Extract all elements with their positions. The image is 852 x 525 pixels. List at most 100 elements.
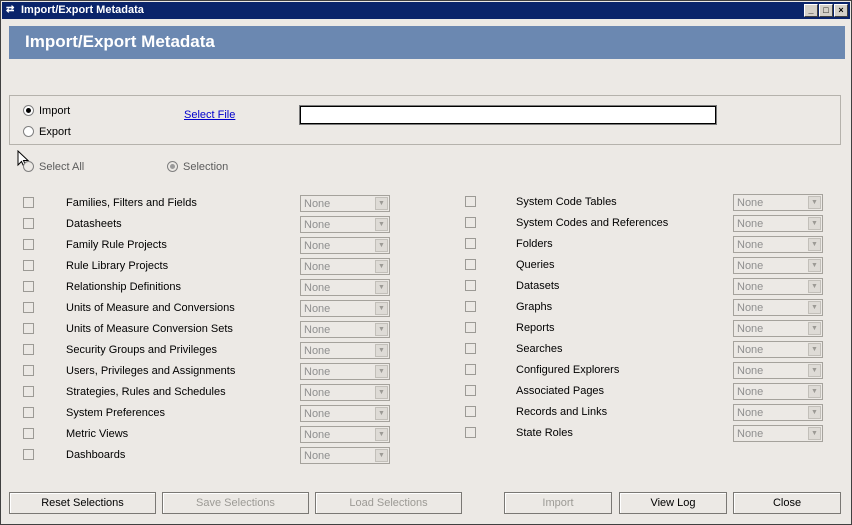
- select-all-radio[interactable]: [23, 161, 34, 172]
- item-scope-dropdown[interactable]: None ▼: [300, 384, 390, 401]
- item-label: Users, Privileges and Assignments: [66, 365, 236, 377]
- item-checkbox[interactable]: [465, 427, 476, 438]
- title-bar[interactable]: ⇄ Import/Export Metadata _ □ ×: [2, 2, 850, 19]
- chevron-down-icon[interactable]: ▼: [808, 280, 821, 293]
- chevron-down-icon[interactable]: ▼: [808, 196, 821, 209]
- item-scope-dropdown[interactable]: None ▼: [733, 257, 823, 274]
- item-checkbox[interactable]: [23, 449, 34, 460]
- item-scope-dropdown[interactable]: None ▼: [300, 363, 390, 380]
- item-scope-dropdown[interactable]: None ▼: [300, 300, 390, 317]
- chevron-down-icon[interactable]: ▼: [808, 217, 821, 230]
- view-log-button[interactable]: View Log: [619, 492, 727, 514]
- item-checkbox[interactable]: [23, 407, 34, 418]
- item-scope-dropdown[interactable]: None ▼: [733, 236, 823, 253]
- item-checkbox[interactable]: [465, 238, 476, 249]
- item-checkbox[interactable]: [23, 218, 34, 229]
- item-scope-dropdown[interactable]: None ▼: [300, 216, 390, 233]
- item-scope-dropdown[interactable]: None ▼: [733, 383, 823, 400]
- dropdown-value: None: [737, 386, 764, 398]
- item-scope-dropdown[interactable]: None ▼: [733, 425, 823, 442]
- item-checkbox[interactable]: [23, 239, 34, 250]
- item-scope-dropdown[interactable]: None ▼: [733, 278, 823, 295]
- chevron-down-icon[interactable]: ▼: [375, 386, 388, 399]
- item-scope-dropdown[interactable]: None ▼: [733, 299, 823, 316]
- item-checkbox[interactable]: [23, 281, 34, 292]
- item-scope-dropdown[interactable]: None ▼: [733, 320, 823, 337]
- import-radio[interactable]: [23, 105, 34, 116]
- reset-selections-button[interactable]: Reset Selections: [9, 492, 156, 514]
- item-scope-dropdown[interactable]: None ▼: [300, 426, 390, 443]
- item-scope-dropdown[interactable]: None ▼: [300, 195, 390, 212]
- item-checkbox[interactable]: [465, 385, 476, 396]
- close-button[interactable]: Close: [733, 492, 841, 514]
- chevron-down-icon[interactable]: ▼: [808, 322, 821, 335]
- item-scope-dropdown[interactable]: None ▼: [300, 405, 390, 422]
- export-radio-label[interactable]: Export: [39, 126, 71, 138]
- chevron-down-icon[interactable]: ▼: [808, 385, 821, 398]
- item-scope-dropdown[interactable]: None ▼: [733, 341, 823, 358]
- item-checkbox[interactable]: [23, 365, 34, 376]
- item-scope-dropdown[interactable]: None ▼: [733, 194, 823, 211]
- item-scope-dropdown[interactable]: None ▼: [733, 215, 823, 232]
- chevron-down-icon[interactable]: ▼: [375, 365, 388, 378]
- file-path-input[interactable]: [299, 105, 717, 125]
- minimize-button[interactable]: _: [804, 4, 818, 17]
- save-selections-button[interactable]: Save Selections: [162, 492, 309, 514]
- item-scope-dropdown[interactable]: None ▼: [300, 279, 390, 296]
- item-checkbox[interactable]: [23, 197, 34, 208]
- chevron-down-icon[interactable]: ▼: [808, 343, 821, 356]
- import-radio-label[interactable]: Import: [39, 105, 70, 117]
- chevron-down-icon[interactable]: ▼: [375, 281, 388, 294]
- item-scope-dropdown[interactable]: None ▼: [300, 237, 390, 254]
- item-checkbox[interactable]: [465, 322, 476, 333]
- item-checkbox[interactable]: [465, 259, 476, 270]
- item-scope-dropdown[interactable]: None ▼: [733, 404, 823, 421]
- import-button[interactable]: Import: [504, 492, 612, 514]
- item-checkbox[interactable]: [23, 428, 34, 439]
- chevron-down-icon[interactable]: ▼: [375, 302, 388, 315]
- chevron-down-icon[interactable]: ▼: [808, 301, 821, 314]
- chevron-down-icon[interactable]: ▼: [375, 428, 388, 441]
- chevron-down-icon[interactable]: ▼: [375, 344, 388, 357]
- load-selections-button[interactable]: Load Selections: [315, 492, 462, 514]
- item-label: Dashboards: [66, 449, 126, 461]
- item-checkbox[interactable]: [465, 217, 476, 228]
- chevron-down-icon[interactable]: ▼: [375, 197, 388, 210]
- chevron-down-icon[interactable]: ▼: [375, 239, 388, 252]
- transfer-arrows-icon: ⇄: [6, 4, 15, 15]
- chevron-down-icon[interactable]: ▼: [375, 218, 388, 231]
- item-checkbox[interactable]: [465, 196, 476, 207]
- selection-label[interactable]: Selection: [183, 161, 228, 173]
- chevron-down-icon[interactable]: ▼: [808, 238, 821, 251]
- chevron-down-icon[interactable]: ▼: [375, 323, 388, 336]
- item-label: State Roles: [516, 427, 573, 439]
- item-scope-dropdown[interactable]: None ▼: [300, 321, 390, 338]
- item-scope-dropdown[interactable]: None ▼: [300, 342, 390, 359]
- item-scope-dropdown[interactable]: None ▼: [300, 258, 390, 275]
- select-all-label[interactable]: Select All: [39, 161, 84, 173]
- item-scope-dropdown[interactable]: None ▼: [300, 447, 390, 464]
- chevron-down-icon[interactable]: ▼: [808, 364, 821, 377]
- chevron-down-icon[interactable]: ▼: [375, 260, 388, 273]
- chevron-down-icon[interactable]: ▼: [808, 406, 821, 419]
- close-window-button[interactable]: ×: [834, 4, 848, 17]
- item-checkbox[interactable]: [465, 301, 476, 312]
- chevron-down-icon[interactable]: ▼: [808, 259, 821, 272]
- chevron-down-icon[interactable]: ▼: [808, 427, 821, 440]
- item-checkbox[interactable]: [465, 406, 476, 417]
- item-checkbox[interactable]: [465, 343, 476, 354]
- export-radio[interactable]: [23, 126, 34, 137]
- chevron-down-icon[interactable]: ▼: [375, 407, 388, 420]
- item-checkbox[interactable]: [23, 344, 34, 355]
- item-checkbox[interactable]: [23, 323, 34, 334]
- item-checkbox[interactable]: [465, 364, 476, 375]
- item-checkbox[interactable]: [465, 280, 476, 291]
- maximize-button[interactable]: □: [819, 4, 833, 17]
- selection-radio[interactable]: [167, 161, 178, 172]
- chevron-down-icon[interactable]: ▼: [375, 449, 388, 462]
- item-checkbox[interactable]: [23, 260, 34, 271]
- item-checkbox[interactable]: [23, 386, 34, 397]
- item-checkbox[interactable]: [23, 302, 34, 313]
- select-file-link[interactable]: Select File: [184, 109, 235, 121]
- item-scope-dropdown[interactable]: None ▼: [733, 362, 823, 379]
